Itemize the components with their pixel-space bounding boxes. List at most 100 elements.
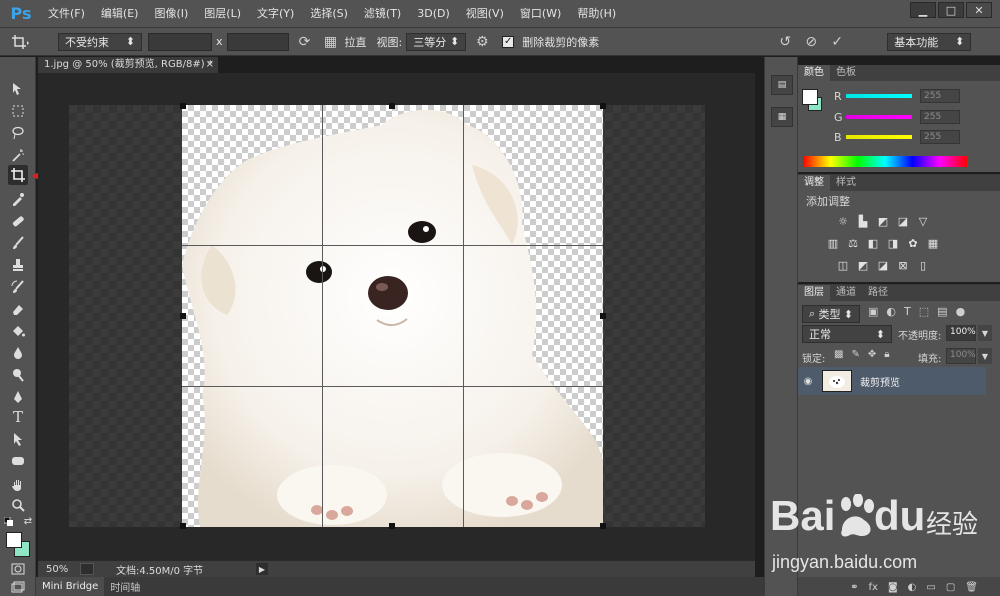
clone-stamp-tool-icon[interactable]	[8, 255, 28, 275]
posterize-icon[interactable]: ◩	[856, 259, 870, 272]
pen-tool-icon[interactable]	[8, 387, 28, 407]
straighten-icon[interactable]: ▦	[321, 32, 341, 52]
document-tab[interactable]: 1.jpg @ 50% (裁剪预览, RGB/8#) * ×	[38, 57, 218, 73]
new-layer-icon[interactable]: ▢	[946, 582, 955, 593]
selective-color-icon[interactable]: ⊠	[896, 259, 910, 272]
menu-help[interactable]: 帮助(H)	[569, 0, 624, 28]
crop-handle-top-right[interactable]	[600, 103, 606, 109]
lock-all-icon[interactable]: 🔒︎	[884, 349, 889, 360]
color-balance-icon[interactable]: ⚖	[846, 237, 860, 250]
history-brush-tool-icon[interactable]	[8, 277, 28, 297]
move-tool-icon[interactable]	[8, 79, 28, 99]
color-lookup-icon[interactable]: ▦	[926, 237, 940, 250]
tab-color[interactable]: 颜色	[798, 65, 830, 81]
red-value[interactable]: 255	[920, 89, 960, 103]
tab-styles[interactable]: 样式	[830, 175, 862, 191]
shape-tool-icon[interactable]	[8, 451, 28, 471]
menu-filter[interactable]: 滤镜(T)	[356, 0, 409, 28]
foreground-color-swatch[interactable]	[6, 532, 22, 548]
type-filter-icon[interactable]: T	[904, 305, 911, 318]
filter-toggle-icon[interactable]: ●	[956, 305, 966, 318]
zoom-tool-icon[interactable]	[8, 495, 28, 515]
pixel-filter-icon[interactable]: ▣	[868, 305, 878, 318]
crop-handle-bottom[interactable]	[389, 523, 395, 529]
hue-saturation-icon[interactable]: ▥	[826, 237, 840, 250]
opacity-dropdown-icon[interactable]: ▼	[978, 325, 992, 341]
layer-filter-select[interactable]: ⌕ 类型 ⬍	[802, 305, 860, 323]
tab-mini-bridge[interactable]: Mini Bridge	[36, 577, 105, 596]
delete-layer-icon[interactable]: 🗑︎	[965, 582, 978, 593]
add-mask-icon[interactable]: ◙	[888, 582, 898, 593]
black-white-icon[interactable]: ◧	[866, 237, 880, 250]
link-layers-icon[interactable]: ⚭	[850, 582, 858, 593]
menu-file[interactable]: 文件(F)	[40, 0, 93, 28]
color-spectrum[interactable]	[803, 156, 967, 167]
fill-value[interactable]: 100%	[946, 348, 976, 364]
gear-icon[interactable]: ⚙	[472, 32, 492, 52]
layer-style-icon[interactable]: fx	[869, 582, 878, 593]
swap-icon[interactable]: ⟳	[295, 32, 315, 52]
height-field[interactable]	[226, 32, 289, 51]
healing-brush-tool-icon[interactable]	[8, 211, 28, 231]
brightness-icon[interactable]: ☼	[836, 215, 850, 228]
swap-colors-icon[interactable]: ⇄	[22, 515, 34, 527]
crop-tool-icon[interactable]	[8, 165, 28, 185]
menu-view[interactable]: 视图(V)	[458, 0, 512, 28]
opacity-value[interactable]: 100%	[946, 325, 976, 341]
screen-mode-icon[interactable]	[8, 577, 28, 596]
paint-bucket-tool-icon[interactable]	[8, 321, 28, 341]
green-value[interactable]: 255	[920, 110, 960, 124]
eraser-tool-icon[interactable]	[8, 299, 28, 319]
menu-type[interactable]: 文字(Y)	[249, 0, 302, 28]
minimize-button[interactable]: ▁	[910, 2, 936, 18]
status-icon[interactable]	[80, 563, 94, 575]
tab-layers[interactable]: 图层	[798, 285, 830, 301]
levels-icon[interactable]: ▙	[856, 215, 870, 228]
menu-edit[interactable]: 编辑(E)	[93, 0, 147, 28]
history-panel-icon[interactable]: ▤	[771, 75, 793, 95]
menu-layer[interactable]: 图层(L)	[196, 0, 249, 28]
layer-name[interactable]: 裁剪预览	[860, 374, 900, 389]
close-tab-icon[interactable]: ×	[206, 57, 214, 73]
view-select[interactable]: 三等分 ⬍	[406, 32, 467, 51]
lock-transparent-icon[interactable]: ▩	[834, 349, 843, 360]
path-selection-tool-icon[interactable]	[8, 429, 28, 449]
invert-icon[interactable]: ◫	[836, 259, 850, 272]
blend-mode-select[interactable]: 正常 ⬍	[802, 325, 892, 343]
straighten-label[interactable]: 拉直	[345, 34, 367, 50]
zoom-level[interactable]: 50%	[38, 564, 78, 575]
reset-icon[interactable]: ↺	[775, 32, 795, 52]
menu-select[interactable]: 选择(S)	[302, 0, 356, 28]
lock-pixels-icon[interactable]: ✎	[851, 349, 859, 360]
smart-object-filter-icon[interactable]: ▤	[937, 305, 947, 318]
red-slider[interactable]	[846, 94, 912, 98]
tab-adjustments[interactable]: 调整	[798, 175, 830, 191]
tab-swatches[interactable]: 色板	[830, 65, 862, 81]
crop-handle-top[interactable]	[389, 103, 395, 109]
green-slider[interactable]	[846, 115, 912, 119]
eye-icon[interactable]: ◉	[798, 376, 818, 387]
magic-wand-tool-icon[interactable]	[8, 145, 28, 165]
hand-tool-icon[interactable]	[8, 475, 28, 495]
tab-paths[interactable]: 路径	[862, 285, 894, 301]
commit-icon[interactable]: ✓	[827, 32, 847, 52]
photo-filter-icon[interactable]: ◨	[886, 237, 900, 250]
vibrance-icon[interactable]: ▽	[916, 215, 930, 228]
menu-window[interactable]: 窗口(W)	[512, 0, 569, 28]
adjustment-filter-icon[interactable]: ◐	[886, 305, 896, 318]
maximize-button[interactable]: □	[938, 2, 964, 18]
gradient-map-icon[interactable]: ▯	[916, 259, 930, 272]
threshold-icon[interactable]: ◪	[876, 259, 890, 272]
properties-panel-icon[interactable]: ▦	[771, 107, 793, 127]
blur-tool-icon[interactable]	[8, 343, 28, 363]
blue-value[interactable]: 255	[920, 130, 960, 144]
panel-foreground-swatch[interactable]	[802, 89, 818, 105]
menu-3d[interactable]: 3D(D)	[409, 0, 458, 28]
play-icon[interactable]: ▶	[256, 563, 268, 575]
eyedropper-tool-icon[interactable]	[8, 189, 28, 209]
new-adjustment-icon[interactable]: ◐	[908, 582, 917, 593]
ratio-select[interactable]: 不受约束 ⬍	[58, 32, 142, 51]
crop-handle-left[interactable]	[180, 313, 186, 319]
tab-channels[interactable]: 通道	[830, 285, 862, 301]
layer-row[interactable]: ◉ 裁剪预览	[798, 367, 986, 395]
